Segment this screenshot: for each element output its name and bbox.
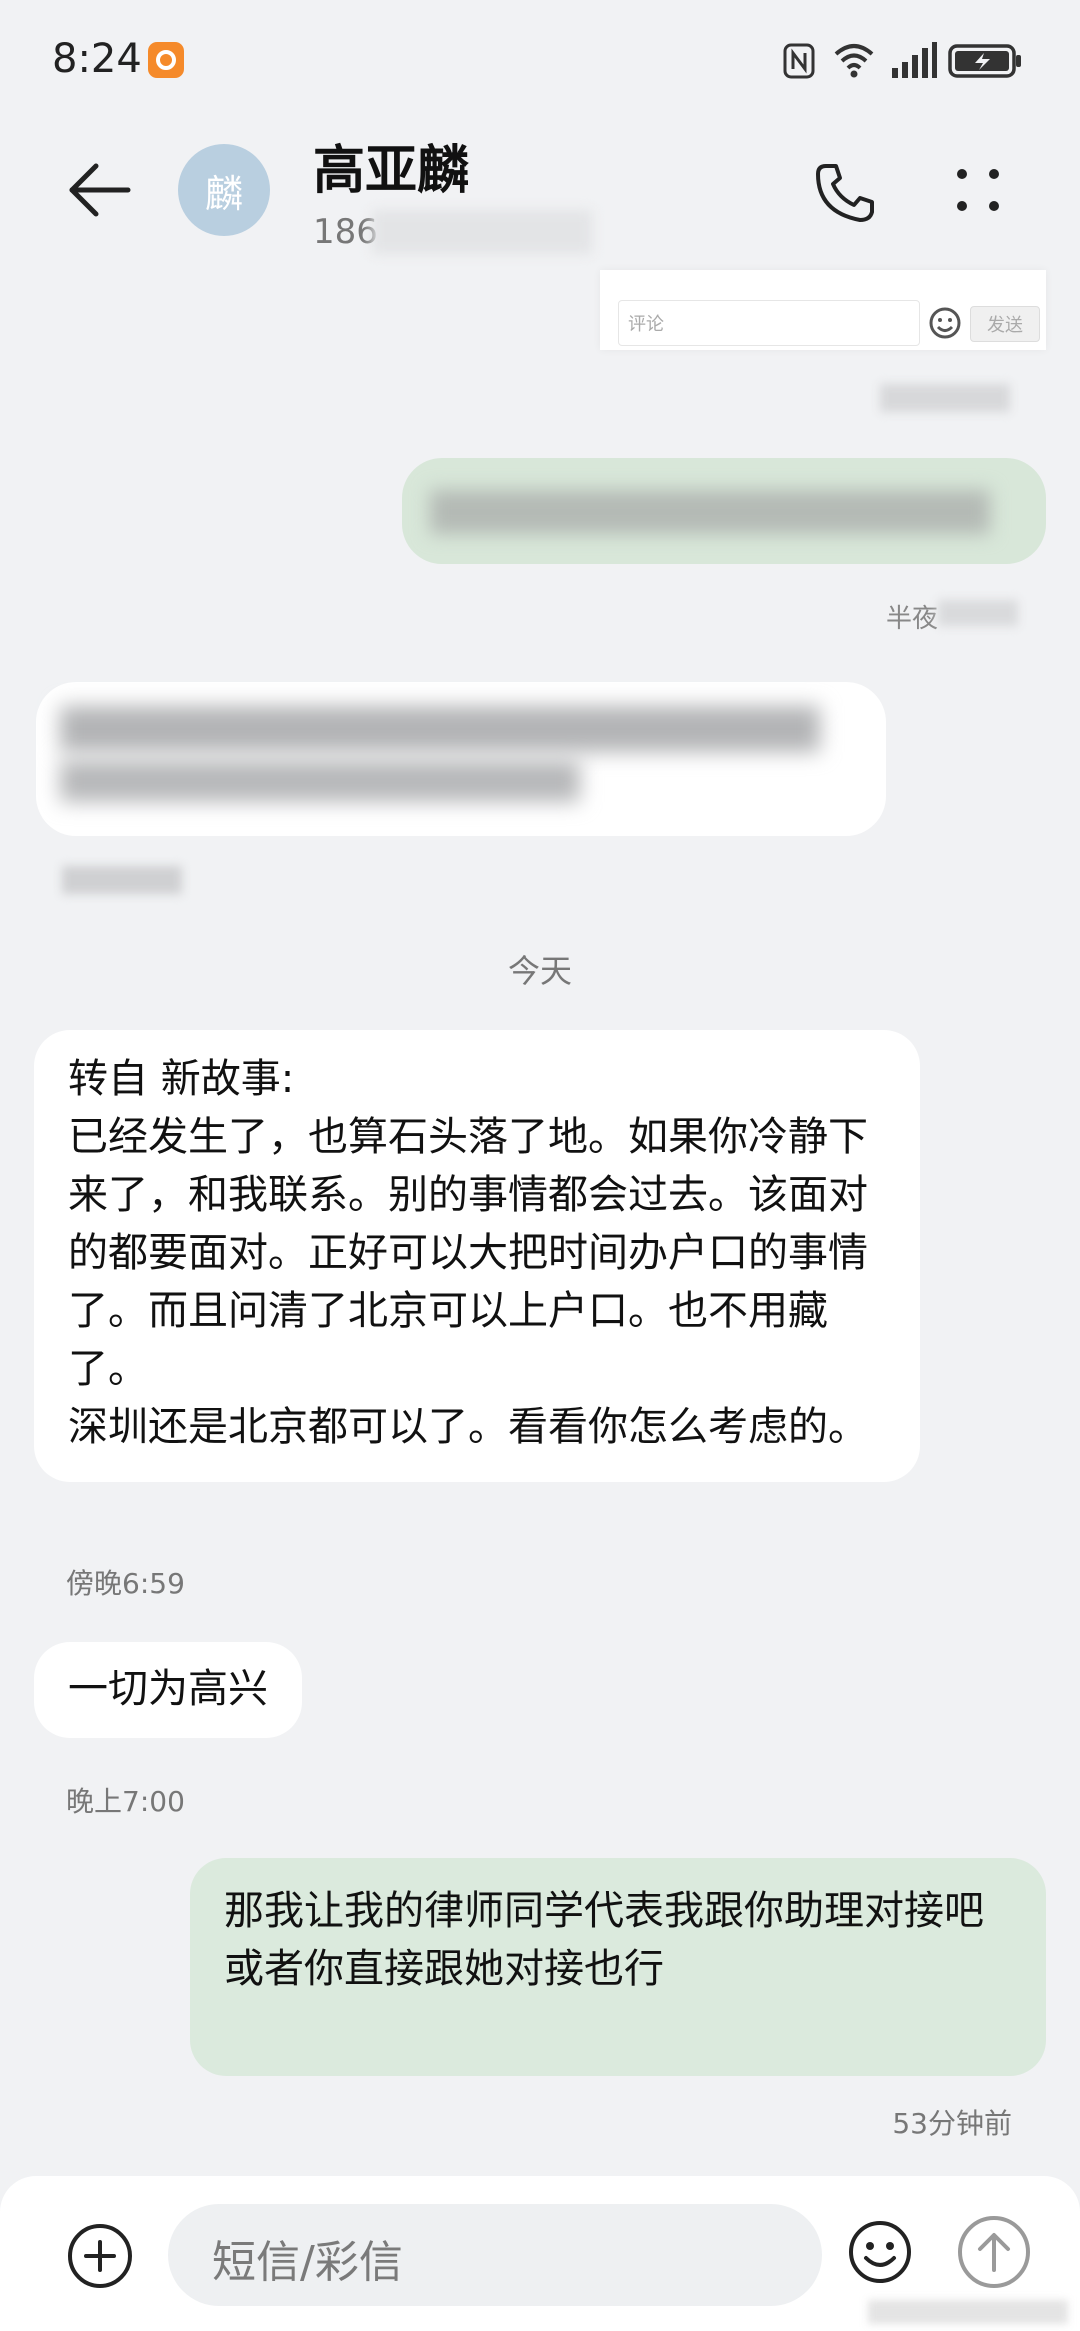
back-button[interactable]	[66, 160, 136, 220]
send-icon[interactable]	[954, 2212, 1034, 2292]
incoming-message-bubble[interactable]: 转自 新故事: 已经发生了，也算石头落了地。如果你冷静下来了，和我联系。别的事情…	[34, 1030, 920, 1482]
phone-call-icon[interactable]	[812, 160, 878, 226]
partial-timestamp: 半夜	[886, 604, 939, 634]
redacted-timestamp	[62, 866, 182, 894]
redacted-timestamp	[880, 384, 1010, 412]
signal-icon	[890, 42, 938, 80]
fragment-comment-placeholder: 评论	[628, 314, 664, 335]
date-separator: 今天	[507, 952, 572, 990]
redacted-incoming-text	[60, 760, 580, 802]
redacted-watermark	[868, 2300, 1068, 2324]
redacted-timestamp	[938, 600, 1018, 626]
add-attachment-icon[interactable]	[64, 2220, 136, 2292]
emoji-icon[interactable]	[846, 2218, 914, 2286]
redacted-number	[372, 210, 592, 254]
outgoing-message-bubble[interactable]: 那我让我的律师同学代表我跟你助理对接吧 或者你直接跟她对接也行	[190, 1858, 1046, 2076]
message-input-placeholder: 短信/彩信	[212, 2237, 403, 2288]
fragment-emoji-icon	[928, 306, 962, 340]
notification-app-icon	[148, 42, 184, 78]
redacted-outgoing-text	[430, 490, 990, 534]
message-timestamp: 傍晚6:59	[66, 1567, 185, 1600]
contact-number: 186	[313, 212, 378, 252]
message-timestamp: 53分钟前	[892, 2107, 1012, 2140]
nfc-icon	[782, 42, 816, 80]
battery-icon	[948, 42, 1024, 80]
contact-name[interactable]: 高亚麟	[313, 128, 469, 203]
message-timestamp: 晚上7:00	[66, 1785, 185, 1818]
status-time: 8:24	[52, 36, 142, 82]
wifi-icon	[832, 40, 876, 80]
more-options-icon[interactable]	[950, 162, 1006, 218]
avatar[interactable]: 麟	[178, 144, 270, 236]
redacted-incoming-text	[60, 706, 820, 752]
fragment-send-button: 发送	[970, 306, 1040, 342]
incoming-message-bubble[interactable]: 一切为高兴	[34, 1642, 302, 1738]
